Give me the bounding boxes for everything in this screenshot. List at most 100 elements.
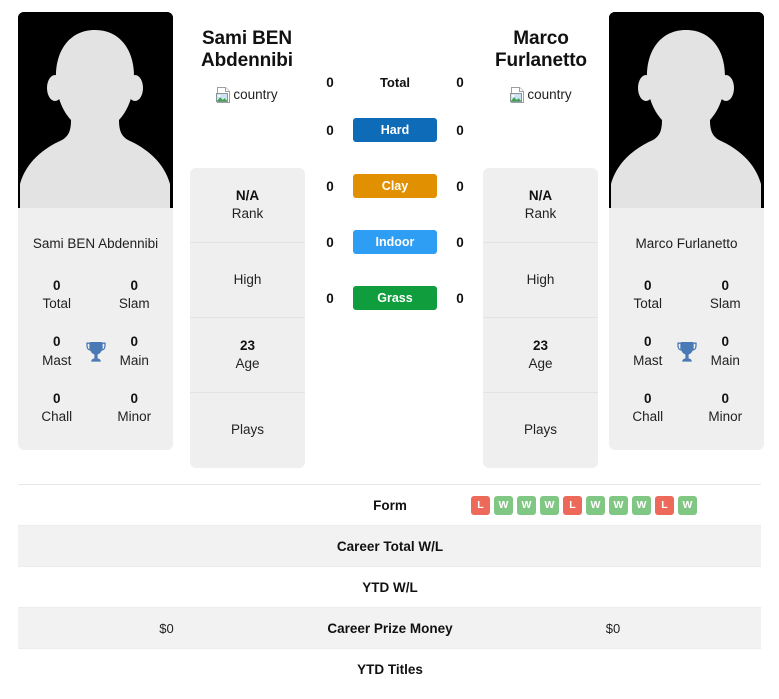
surface-row-hard: 0 Hard 0 [322, 102, 468, 158]
info-value: N/A [528, 187, 553, 203]
info-label: High [233, 271, 262, 287]
form-badge-win[interactable]: W [494, 495, 513, 515]
surface-badge-grass[interactable]: Grass [353, 286, 437, 310]
form-badge-win[interactable]: W [540, 495, 559, 515]
stat-cell: 0 Mast [609, 323, 687, 379]
surface-row-total: 0 Total 0 [322, 62, 468, 102]
info-row-rank: N/A Rank [483, 168, 598, 243]
info-label: Rank [231, 206, 264, 221]
broken-image-icon [216, 86, 231, 103]
player-right-card-name: Marco Furlanetto [635, 236, 738, 251]
stat-label: Main [710, 352, 740, 368]
info-row-high: High [190, 243, 305, 318]
form-badge-win[interactable]: W [632, 495, 651, 515]
row-label: Career Total W/L [336, 538, 444, 554]
player-left-country-alt: country [233, 87, 278, 103]
stat-value: 0 [52, 390, 61, 406]
surface-left-count: 0 [326, 234, 334, 250]
player-left-country: country [172, 86, 322, 103]
stat-cell: 0 Total [609, 267, 687, 323]
player-right-country: country [466, 86, 616, 103]
stat-value: 0 [52, 277, 61, 293]
info-value: 23 [532, 337, 549, 353]
row-label: Form [373, 497, 407, 513]
stat-cell: 0 Total [18, 267, 96, 323]
stat-label: Total [42, 296, 72, 312]
info-label: Age [235, 356, 260, 371]
form-badge-win[interactable]: W [517, 495, 536, 515]
form-badge-win[interactable]: W [678, 495, 697, 515]
stat-cell: 0 Main [96, 323, 174, 379]
player-right-name-block: Marco Furlanetto country [466, 28, 616, 103]
form-badge-win[interactable]: W [586, 495, 605, 515]
comparison-header: Sami BEN Abdennibi 0 Total 0 Slam 0 Mast [0, 0, 779, 480]
player-left-photo-column: Sami BEN Abdennibi 0 Total 0 Slam 0 Mast [18, 12, 173, 451]
stat-cell: 0 Main [687, 323, 765, 379]
player-right-photo [609, 12, 764, 224]
stat-label: Mast [633, 352, 663, 368]
form-badge-loss[interactable]: L [655, 495, 674, 515]
stat-cell: 0 Chall [609, 380, 687, 436]
player-left-photo [18, 12, 173, 224]
stat-cell: 0 Minor [96, 380, 174, 436]
stat-cell: 0 Slam [687, 267, 765, 323]
info-label: Plays [523, 422, 557, 438]
stat-cell: 0 Mast [18, 323, 96, 379]
player-right-stats-card: Marco Furlanetto 0 Total 0 Slam 0 Mast 0… [609, 224, 764, 451]
form-badge-loss[interactable]: L [563, 495, 582, 515]
table-row: YTD W/L [18, 567, 761, 608]
player-left-name-block: Sami BEN Abdennibi country [172, 28, 322, 103]
info-row-age: 23 Age [190, 318, 305, 393]
player-right-name-line2: Furlanetto [495, 50, 587, 72]
form-badge-loss[interactable]: L [471, 495, 490, 515]
row-right-value: LWWWLWWWLW [465, 495, 761, 515]
broken-image-icon [510, 86, 525, 103]
surface-badge-hard[interactable]: Hard [353, 118, 437, 142]
surface-badge-clay[interactable]: Clay [353, 174, 437, 198]
player-right-titles-grid: 0 Total 0 Slam 0 Mast 0 Main 0 Chall 0 M… [609, 267, 764, 436]
surface-badge-total: Total [379, 74, 411, 90]
surface-left-count: 0 [326, 178, 334, 194]
table-row: YTD Titles [18, 649, 761, 690]
row-left-value: $0 [159, 620, 174, 636]
player-left-stats-card: Sami BEN Abdennibi 0 Total 0 Slam 0 Mast [18, 224, 173, 451]
avatar-silhouette-icon [609, 12, 764, 224]
surface-badge-indoor[interactable]: Indoor [353, 230, 437, 254]
row-label: YTD Titles [357, 662, 423, 677]
stat-value: 0 [643, 277, 652, 293]
avatar-silhouette-icon [18, 12, 173, 224]
stat-value: 0 [52, 334, 61, 350]
stat-label: Minor [117, 408, 152, 424]
table-row: Career Total W/L [18, 526, 761, 567]
surface-row-grass: 0 Grass 0 [322, 270, 468, 326]
table-row: Form LWWWLWWWLW [18, 485, 761, 526]
info-value: 23 [239, 337, 256, 353]
info-label: Rank [524, 206, 557, 221]
form-badge-win[interactable]: W [609, 495, 628, 515]
stat-label: Mast [42, 352, 72, 368]
stat-cell: 0 Slam [96, 267, 174, 323]
table-row: $0 Career Prize Money $0 [18, 608, 761, 649]
stat-value: 0 [130, 334, 138, 350]
info-label: High [526, 271, 555, 287]
info-label: Plays [230, 422, 264, 438]
form-badge-list: LWWWLWWWLW [465, 495, 761, 515]
stat-label: Total [633, 296, 663, 312]
player-left-titles-grid: 0 Total 0 Slam 0 Mast 0 Main 0 Chall 0 M… [18, 267, 173, 436]
info-value: N/A [235, 187, 260, 203]
stat-label: Main [119, 352, 149, 368]
info-row-plays: Plays [190, 393, 305, 468]
surface-right-count: 0 [456, 234, 464, 250]
row-label: Career Prize Money [327, 620, 453, 636]
stat-label: Slam [118, 296, 150, 312]
stat-value: 0 [643, 390, 652, 406]
player-right-country-alt: country [527, 87, 572, 103]
stat-cell: 0 Chall [18, 380, 96, 436]
stat-value: 0 [130, 390, 138, 406]
stat-value: 0 [130, 277, 138, 293]
surface-right-count: 0 [456, 178, 464, 194]
surface-row-clay: 0 Clay 0 [322, 158, 468, 214]
info-row-age: 23 Age [483, 318, 598, 393]
player-comparison-page: Sami BEN Abdennibi 0 Total 0 Slam 0 Mast [0, 0, 779, 699]
stat-value: 0 [721, 277, 729, 293]
